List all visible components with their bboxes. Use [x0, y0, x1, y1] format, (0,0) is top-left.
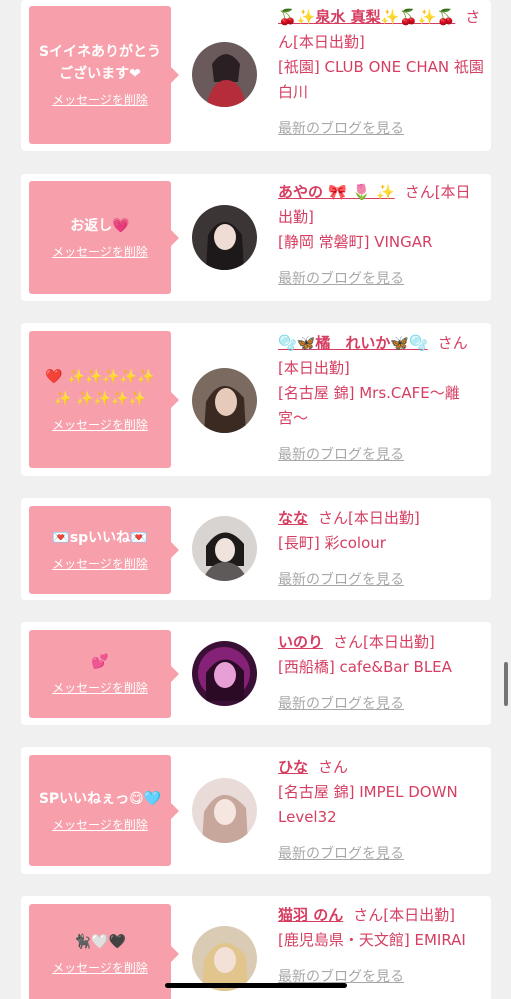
cast-name-link[interactable]: いのり [278, 633, 323, 651]
list-item: SPいいねぇっ😋🩵 メッセージを削除 ひな さん [名古屋 錦] IMPEL DO… [21, 747, 491, 874]
cast-name-link[interactable]: ひな [278, 758, 308, 776]
avatar-photo-icon [192, 778, 257, 843]
cast-name-link[interactable]: 🍒✨泉水 真梨✨🍒✨🍒 [278, 8, 455, 26]
shop-name: [鹿児島県・天文館] EMIRAI [278, 931, 466, 949]
message-bubble: 🐈‍⬛🤍🖤 メッセージを削除 [29, 904, 179, 999]
shop-name: [名古屋 錦] IMPEL DOWN Level32 [278, 783, 458, 826]
message-text: ❤️ ✨✨✨✨✨✨ ✨✨✨✨ [45, 368, 155, 407]
avatar-photo-icon [192, 641, 257, 706]
message-text: お返し💗 [70, 217, 130, 234]
message-text: 💕 [91, 654, 109, 670]
cast-info: 🍒✨泉水 真梨✨🍒✨🍒 さん[本日出勤] [祇園] CLUB ONE CHAN 祇… [278, 5, 484, 142]
cast-info: あやの 🎀 🌷 ✨ さん[本日出勤] [静岡 常磐町] VINGAR 最新のブログ… [278, 180, 484, 292]
message-text: 💌spいいね💌 [52, 530, 148, 546]
shop-name: [祇園] CLUB ONE CHAN 祇園白川 [278, 58, 484, 101]
cast-status: さん[本日出勤] [333, 633, 435, 651]
avatar[interactable] [192, 926, 257, 991]
home-indicator[interactable] [165, 983, 347, 988]
message-bubble: 💌spいいね💌 メッセージを削除 [29, 506, 179, 594]
latest-blog-link[interactable]: 最新のブログを見る [278, 267, 404, 292]
cast-info: 猫羽 のん さん[本日出勤] [鹿児島県・天文館] EMIRAI 最新のブログを見… [278, 903, 484, 990]
avatar-photo-icon [192, 368, 257, 433]
list-item: 💕 メッセージを削除 いのり さん[本日出勤] [西船橋] cafe&Bar BL… [21, 622, 491, 725]
delete-message-link[interactable]: メッセージを削除 [52, 816, 148, 834]
delete-message-link[interactable]: メッセージを削除 [52, 416, 148, 434]
shop-name: [長町] 彩colour [278, 534, 386, 552]
list-item: Sイイネありがとうございます❤︎ メッセージを削除 🍒✨泉水 真梨✨🍒✨🍒 さん[… [21, 0, 491, 151]
shop-name: [西船橋] cafe&Bar BLEA [278, 658, 452, 676]
latest-blog-link[interactable]: 最新のブログを見る [278, 568, 404, 593]
latest-blog-link[interactable]: 最新のブログを見る [278, 692, 404, 717]
latest-blog-link[interactable]: 最新のブログを見る [278, 842, 404, 867]
list-item: ❤️ ✨✨✨✨✨✨ ✨✨✨✨ メッセージを削除 🫧🦋橘 れいか🦋🫧 さん[本日出勤… [21, 323, 491, 476]
cast-status: さん[本日出勤] [318, 509, 420, 527]
latest-blog-link[interactable]: 最新のブログを見る [278, 117, 404, 142]
scrollbar[interactable] [504, 662, 508, 706]
cast-status: さん[本日出勤] [353, 906, 455, 924]
delete-message-link[interactable]: メッセージを削除 [52, 243, 148, 261]
message-bubble: SPいいねぇっ😋🩵 メッセージを削除 [29, 755, 179, 866]
avatar-photo-icon [192, 42, 257, 107]
avatar[interactable] [192, 641, 257, 706]
avatar[interactable] [192, 42, 257, 107]
cast-name-link[interactable]: あやの 🎀 🌷 ✨ [278, 183, 395, 201]
cast-info: 🫧🦋橘 れいか🦋🫧 さん[本日出勤] [名古屋 錦] Mrs.CAFE〜離宮〜 最… [278, 331, 484, 468]
message-bubble: お返し💗 メッセージを削除 [29, 181, 179, 294]
message-text: SPいいねぇっ😋🩵 [38, 790, 162, 807]
delete-message-link[interactable]: メッセージを削除 [52, 555, 148, 573]
avatar-photo-icon [192, 926, 257, 991]
message-bubble: Sイイネありがとうございます❤︎ メッセージを削除 [29, 6, 179, 144]
delete-message-link[interactable]: メッセージを削除 [52, 91, 148, 109]
cast-status: さん [318, 758, 349, 776]
avatar-photo-icon [192, 205, 257, 270]
list-item: 💌spいいね💌 メッセージを削除 なな さん[本日出勤] [長町] 彩colour… [21, 498, 491, 600]
shop-name: [名古屋 錦] Mrs.CAFE〜離宮〜 [278, 384, 460, 427]
avatar[interactable] [192, 368, 257, 433]
cast-info: ひな さん [名古屋 錦] IMPEL DOWN Level32 最新のブログを見… [278, 755, 484, 867]
avatar[interactable] [192, 205, 257, 270]
avatar-photo-icon [192, 516, 257, 581]
cast-name-link[interactable]: 猫羽 のん [278, 906, 343, 924]
cast-name-link[interactable]: なな [278, 509, 308, 527]
shop-name: [静岡 常磐町] VINGAR [278, 233, 433, 251]
cast-name-link[interactable]: 🫧🦋橘 れいか🦋🫧 [278, 334, 428, 352]
message-bubble: ❤️ ✨✨✨✨✨✨ ✨✨✨✨ メッセージを削除 [29, 331, 179, 468]
cast-info: いのり さん[本日出勤] [西船橋] cafe&Bar BLEA 最新のブログを見… [278, 630, 484, 717]
avatar[interactable] [192, 516, 257, 581]
delete-message-link[interactable]: メッセージを削除 [52, 959, 148, 977]
avatar[interactable] [192, 778, 257, 843]
list-item: お返し💗 メッセージを削除 あやの 🎀 🌷 ✨ さん[本日出勤] [静岡 常磐町]… [21, 174, 491, 301]
message-text: 🐈‍⬛🤍🖤 [73, 934, 127, 950]
latest-blog-link[interactable]: 最新のブログを見る [278, 443, 404, 468]
message-text: Sイイネありがとうございます❤︎ [38, 44, 162, 82]
delete-message-link[interactable]: メッセージを削除 [52, 679, 148, 697]
cast-info: なな さん[本日出勤] [長町] 彩colour 最新のブログを見る [278, 506, 484, 593]
message-bubble: 💕 メッセージを削除 [29, 630, 179, 718]
